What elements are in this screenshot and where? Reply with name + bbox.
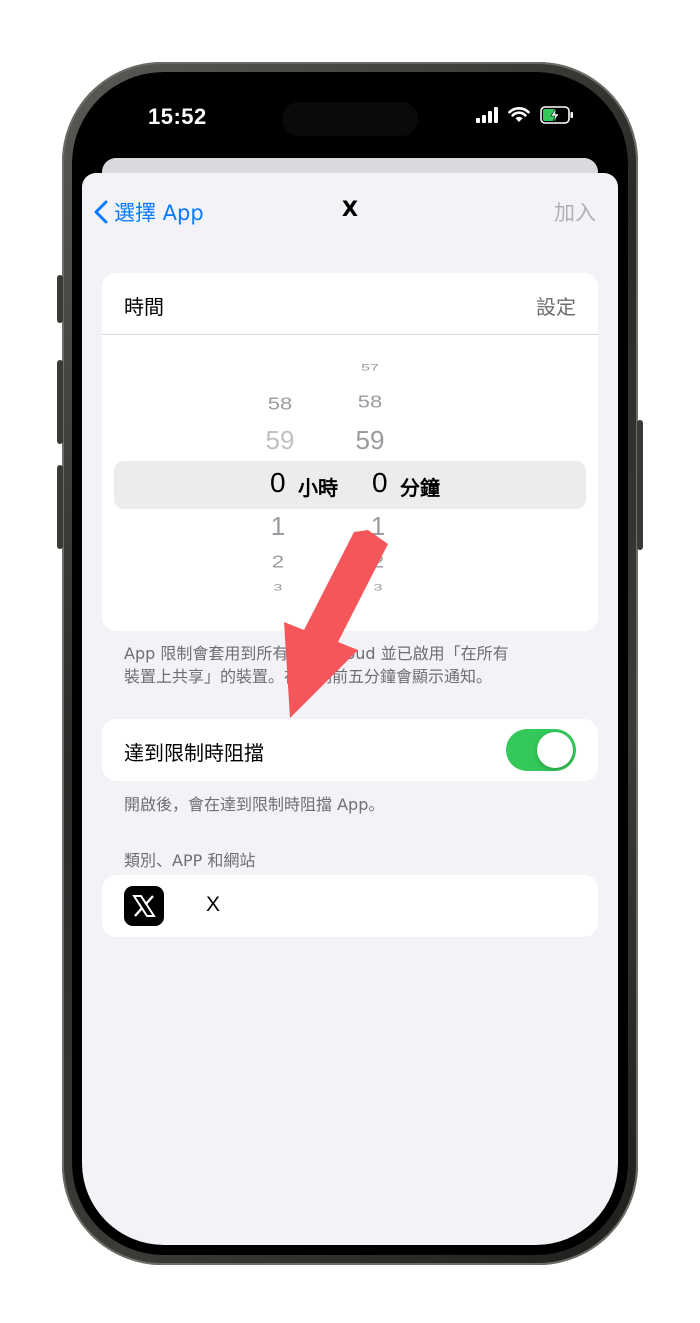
minute-unit: 分鐘 xyxy=(400,476,440,500)
time-row[interactable]: 時間 設定 xyxy=(102,273,598,335)
app-limit-sheet: 選擇 App X 加入 時間 設定 58 59 57 58 59 0 小時 0 … xyxy=(82,173,618,1245)
time-picker[interactable]: 58 59 57 58 59 0 小時 0 分鐘 1 2 3 1 2 3 xyxy=(102,335,598,631)
block-at-limit-label: 達到限制時阻擋 xyxy=(124,741,264,765)
time-footer-line: App 限制會套用到所有使用 iCloud 並已啟用「在所有 xyxy=(124,644,509,663)
minute-option[interactable]: 1 xyxy=(358,511,398,542)
power-button xyxy=(637,420,643,550)
minute-option[interactable]: 2 xyxy=(358,552,398,573)
app-name: X xyxy=(206,893,221,916)
volume-down-button xyxy=(57,465,63,549)
apps-section-header: 類別、APP 和網站 xyxy=(124,851,256,870)
block-at-limit-toggle[interactable] xyxy=(506,729,576,771)
time-label: 時間 xyxy=(124,295,164,319)
status-time: 15:52 xyxy=(148,104,207,129)
toggle-knob xyxy=(537,732,573,768)
minute-option[interactable]: 57 xyxy=(350,363,390,374)
time-footer-line: 裝置上共享」的裝置。在限制前五分鐘會顯示通知。 xyxy=(124,667,493,686)
hour-selected[interactable]: 0 xyxy=(270,467,286,499)
picker-selection-band xyxy=(114,461,586,509)
minute-option[interactable]: 58 xyxy=(350,392,390,413)
volume-up-button xyxy=(57,360,63,444)
hour-option[interactable]: 3 xyxy=(258,583,298,594)
x-logo-icon xyxy=(124,886,164,926)
app-list-item[interactable]: X xyxy=(102,875,598,937)
hour-option[interactable]: 59 xyxy=(260,425,300,456)
hour-option[interactable]: 1 xyxy=(258,511,298,542)
minute-option[interactable]: 59 xyxy=(350,425,390,456)
wifi-icon xyxy=(508,107,530,122)
block-footer: 開啟後，會在達到限制時阻擋 App。 xyxy=(124,795,385,814)
add-button[interactable]: 加入 xyxy=(554,197,596,227)
signal-icon xyxy=(476,107,498,123)
hour-unit: 小時 xyxy=(298,476,338,500)
time-footer: App 限制會套用到所有使用 iCloud 並已啟用「在所有 裝置上共享」的裝置… xyxy=(124,642,564,688)
time-card: 時間 設定 58 59 57 58 59 0 小時 0 分鐘 1 2 3 1 2… xyxy=(102,273,598,631)
hour-option[interactable]: 2 xyxy=(258,552,298,573)
time-value: 設定 xyxy=(536,295,576,319)
silent-switch xyxy=(57,275,63,323)
battery-charging-icon xyxy=(540,106,573,124)
back-button[interactable]: 選擇 App xyxy=(94,197,204,227)
dynamic-island xyxy=(282,102,418,136)
screen: 15:52 選擇 App X 加入 時間 設定 58 59 57 58 59 0… xyxy=(82,82,618,1245)
status-icons xyxy=(476,106,574,124)
minute-selected[interactable]: 0 xyxy=(372,467,388,499)
block-at-limit-row: 達到限制時阻擋 xyxy=(102,719,598,781)
x-glyph-icon xyxy=(132,895,156,917)
minute-option[interactable]: 3 xyxy=(358,583,398,594)
hour-option[interactable]: 58 xyxy=(260,394,300,415)
chevron-left-icon xyxy=(94,200,108,224)
back-label: 選擇 App xyxy=(114,201,204,225)
